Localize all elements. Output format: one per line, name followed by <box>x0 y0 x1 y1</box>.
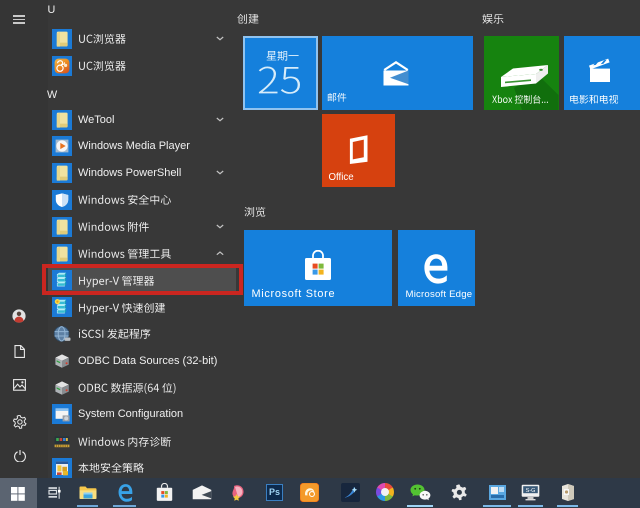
svg-text:S-G: S-G <box>526 488 536 494</box>
